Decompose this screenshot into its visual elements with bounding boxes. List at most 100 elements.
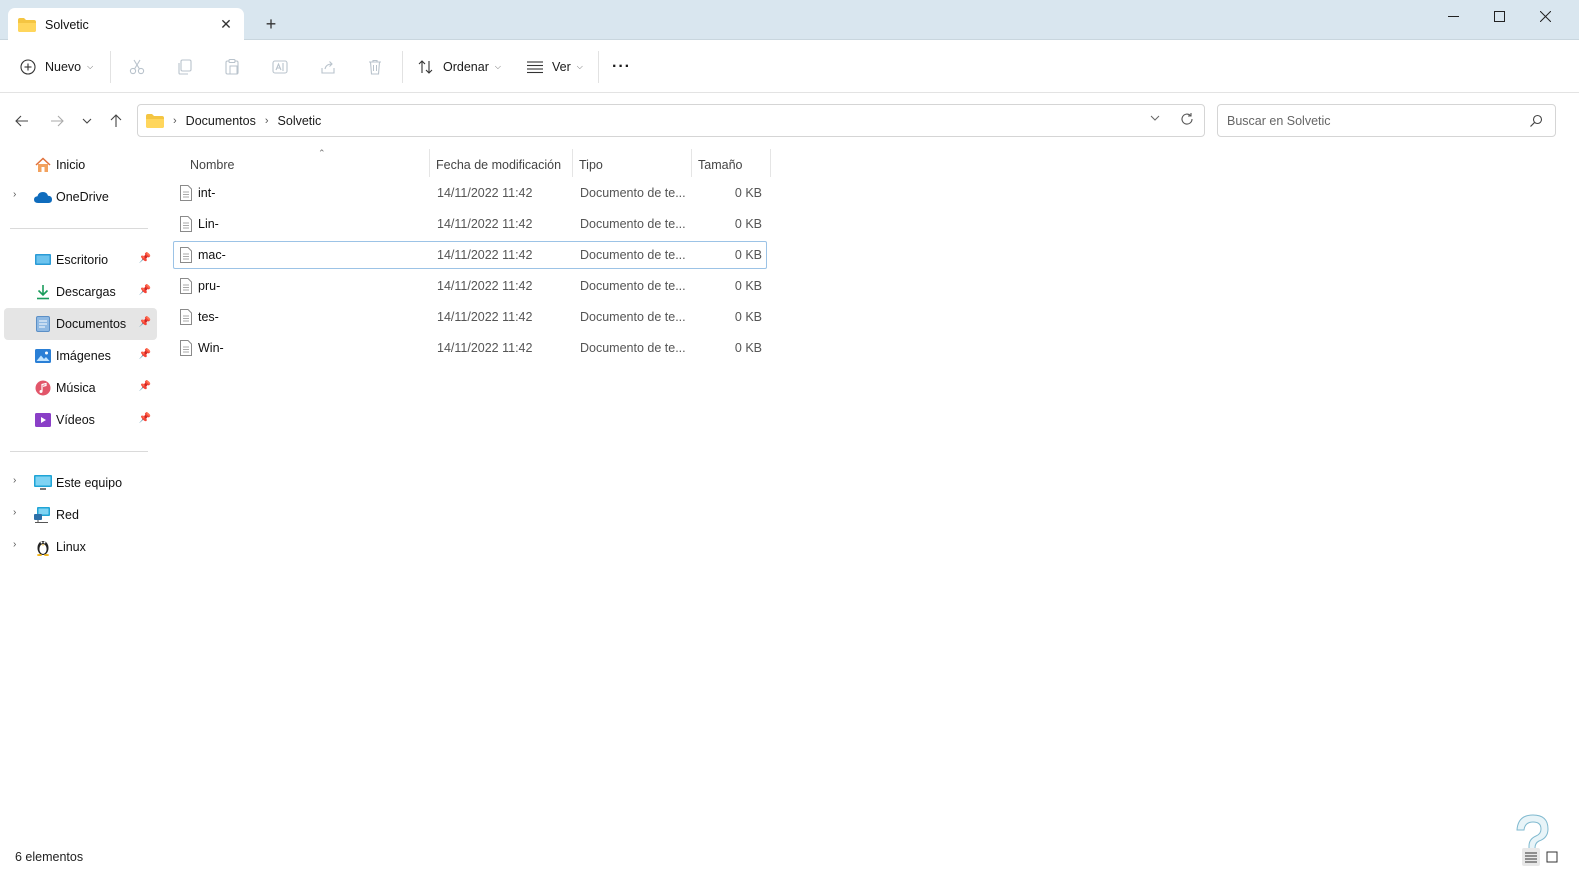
back-arrow-icon[interactable] [11, 111, 33, 131]
breadcrumb-solvetic[interactable]: Solvetic [278, 114, 322, 128]
file-row[interactable]: Win- 14/11/2022 11:42 Documento de te...… [173, 334, 767, 362]
sidebar-item-documentos[interactable]: Documentos 📌 [4, 308, 157, 340]
sidebar-item-este-equipo[interactable]: › Este equipo [4, 467, 157, 499]
desktop-icon [34, 251, 52, 269]
sidebar-item-label: Vídeos [56, 413, 95, 427]
file-name: int- [198, 186, 216, 200]
column-divider[interactable] [572, 149, 573, 177]
cut-button[interactable] [128, 53, 146, 81]
file-type: Documento de te... [580, 310, 686, 324]
search-input[interactable] [1227, 113, 1517, 128]
text-document-icon [180, 185, 192, 201]
sidebar-divider [10, 228, 148, 229]
file-type: Documento de te... [580, 217, 686, 231]
up-arrow-icon[interactable] [105, 111, 127, 131]
network-icon [34, 506, 52, 524]
file-row[interactable]: tes- 14/11/2022 11:42 Documento de te...… [173, 303, 767, 331]
search-icon[interactable] [1529, 114, 1543, 131]
sidebar-item-imagenes[interactable]: Imágenes 📌 [4, 340, 157, 372]
file-row[interactable]: pru- 14/11/2022 11:42 Documento de te...… [173, 272, 767, 300]
sort-button[interactable]: Ordenar ⌵ [417, 53, 501, 81]
expand-chevron-icon[interactable]: › [13, 475, 16, 486]
sidebar-item-musica[interactable]: Música 📌 [4, 372, 157, 404]
details-view-icon[interactable] [1522, 848, 1540, 866]
videos-icon [34, 411, 52, 429]
maximize-icon[interactable] [1476, 0, 1522, 32]
search-box[interactable] [1217, 104, 1556, 137]
address-dropdown-icon[interactable] [1150, 113, 1160, 126]
column-divider[interactable] [429, 149, 430, 177]
file-row[interactable]: int- 14/11/2022 11:42 Documento de te...… [173, 179, 767, 207]
refresh-icon[interactable] [1180, 112, 1194, 129]
navigation-bar: › Documentos › Solvetic [0, 94, 1579, 148]
column-header-type[interactable]: Tipo [579, 152, 603, 178]
rename-icon [272, 60, 288, 74]
sidebar-item-red[interactable]: › Red [4, 499, 157, 531]
linux-penguin-icon [34, 538, 52, 556]
column-header-size[interactable]: Tamaño [698, 152, 742, 178]
expand-chevron-icon[interactable]: › [13, 507, 16, 518]
sidebar-item-label: Imágenes [56, 349, 111, 363]
sidebar-divider [10, 451, 148, 452]
rename-button[interactable] [271, 53, 289, 81]
new-tab-button[interactable]: + [260, 13, 282, 35]
folder-icon [146, 113, 164, 128]
copy-icon [178, 59, 192, 75]
toolbar-divider [598, 51, 599, 83]
file-type: Documento de te... [580, 248, 686, 262]
file-date: 14/11/2022 11:42 [437, 310, 533, 324]
sidebar-item-descargas[interactable]: Descargas 📌 [4, 276, 157, 308]
column-header-name[interactable]: ⌃ Nombre [190, 148, 326, 178]
sidebar-item-label: Descargas [56, 285, 116, 299]
new-button-label: Nuevo [45, 60, 82, 74]
sidebar-item-linux[interactable]: › Linux [4, 531, 157, 563]
file-size: 0 KB [734, 248, 762, 262]
delete-button[interactable] [366, 53, 384, 81]
text-document-icon [180, 278, 192, 294]
sidebar-item-label: Documentos [56, 317, 127, 331]
minimize-icon[interactable] [1430, 0, 1476, 32]
file-row[interactable]: mac- 14/11/2022 11:42 Documento de te...… [173, 241, 767, 269]
column-divider[interactable] [691, 149, 692, 177]
sidebar-item-label: Música [56, 381, 96, 395]
file-date: 14/11/2022 11:42 [437, 279, 533, 293]
recent-locations-chevron-icon[interactable] [76, 111, 98, 131]
column-divider[interactable] [770, 149, 771, 177]
sidebar-item-label: Inicio [56, 158, 86, 172]
title-bar: Solvetic ✕ + [0, 0, 1579, 41]
tab-title: Solvetic [45, 17, 89, 32]
new-button[interactable]: Nuevo ⌵ [20, 53, 93, 81]
plus-circle-icon [20, 59, 36, 75]
sidebar-item-videos[interactable]: Vídeos 📌 [4, 404, 157, 436]
file-name: mac- [198, 248, 226, 262]
sidebar-item-label: Linux [56, 540, 86, 554]
share-icon [321, 61, 335, 74]
file-row[interactable]: Lin- 14/11/2022 11:42 Documento de te...… [173, 210, 767, 238]
copy-button[interactable] [176, 53, 194, 81]
tab-solvetic[interactable]: Solvetic ✕ [8, 8, 244, 41]
view-button[interactable]: Ver ⌵ [526, 53, 583, 81]
chevron-down-icon: ⌵ [494, 62, 501, 71]
column-header-date[interactable]: Fecha de modificación [436, 152, 561, 178]
breadcrumb-documentos[interactable]: Documentos [186, 114, 256, 128]
sidebar-item-onedrive[interactable]: › OneDrive [4, 181, 157, 213]
share-button[interactable] [319, 53, 337, 81]
close-tab-icon[interactable]: ✕ [218, 16, 234, 33]
large-icons-view-icon[interactable] [1543, 848, 1561, 866]
expand-chevron-icon[interactable]: › [13, 539, 16, 550]
file-name: pru- [198, 279, 221, 293]
forward-arrow-icon[interactable] [46, 111, 68, 131]
file-date: 14/11/2022 11:42 [437, 186, 533, 200]
sidebar-item-escritorio[interactable]: Escritorio 📌 [4, 244, 157, 276]
sidebar-item-inicio[interactable]: Inicio [4, 149, 157, 181]
file-size: 0 KB [734, 279, 762, 293]
more-options-button[interactable]: ··· [612, 53, 631, 81]
scissors-icon [129, 59, 145, 75]
pictures-icon [34, 347, 52, 365]
address-bar[interactable]: › Documentos › Solvetic [137, 104, 1205, 137]
cloud-icon [34, 188, 52, 206]
close-window-icon[interactable] [1522, 0, 1568, 32]
file-size: 0 KB [734, 341, 762, 355]
paste-button[interactable] [223, 53, 241, 81]
expand-chevron-icon[interactable]: › [13, 189, 16, 200]
